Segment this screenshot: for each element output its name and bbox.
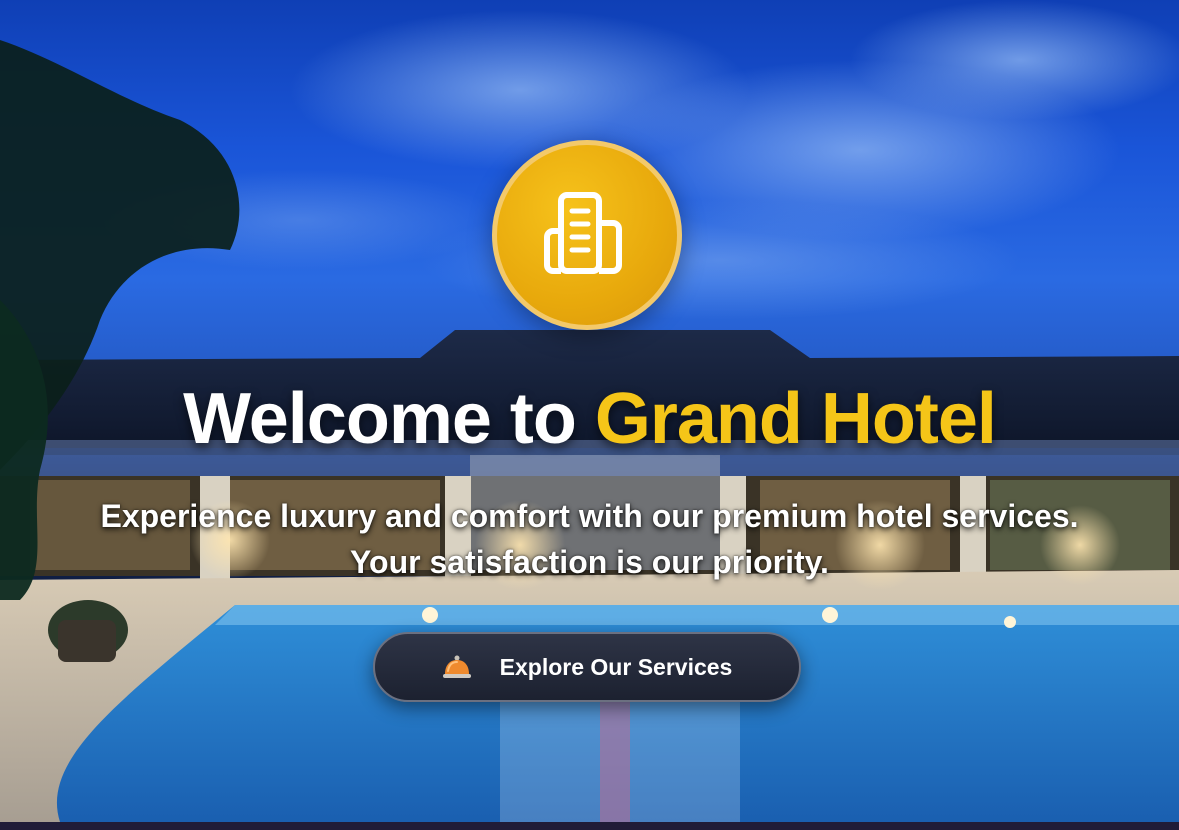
- service-bell-icon: [442, 654, 472, 680]
- subtitle-line-1: Experience luxury and comfort with our p…: [100, 498, 1079, 534]
- hero-content: Welcome to Grand Hotel Experience luxury…: [0, 0, 1179, 822]
- explore-services-label: Explore Our Services: [499, 653, 733, 680]
- title-prefix: Welcome to: [183, 379, 577, 459]
- page-title: Welcome to Grand Hotel: [0, 378, 1179, 460]
- hero-subtitle: Experience luxury and comfort with our p…: [0, 493, 1179, 585]
- hotel-logo-badge: [492, 140, 682, 330]
- subtitle-line-2: Your satisfaction is our priority.: [350, 544, 829, 580]
- explore-services-button[interactable]: Explore Our Services: [373, 632, 801, 702]
- hotel-building-icon: [544, 192, 622, 274]
- title-accent: Grand Hotel: [594, 379, 997, 459]
- bottom-edge: [0, 822, 1179, 830]
